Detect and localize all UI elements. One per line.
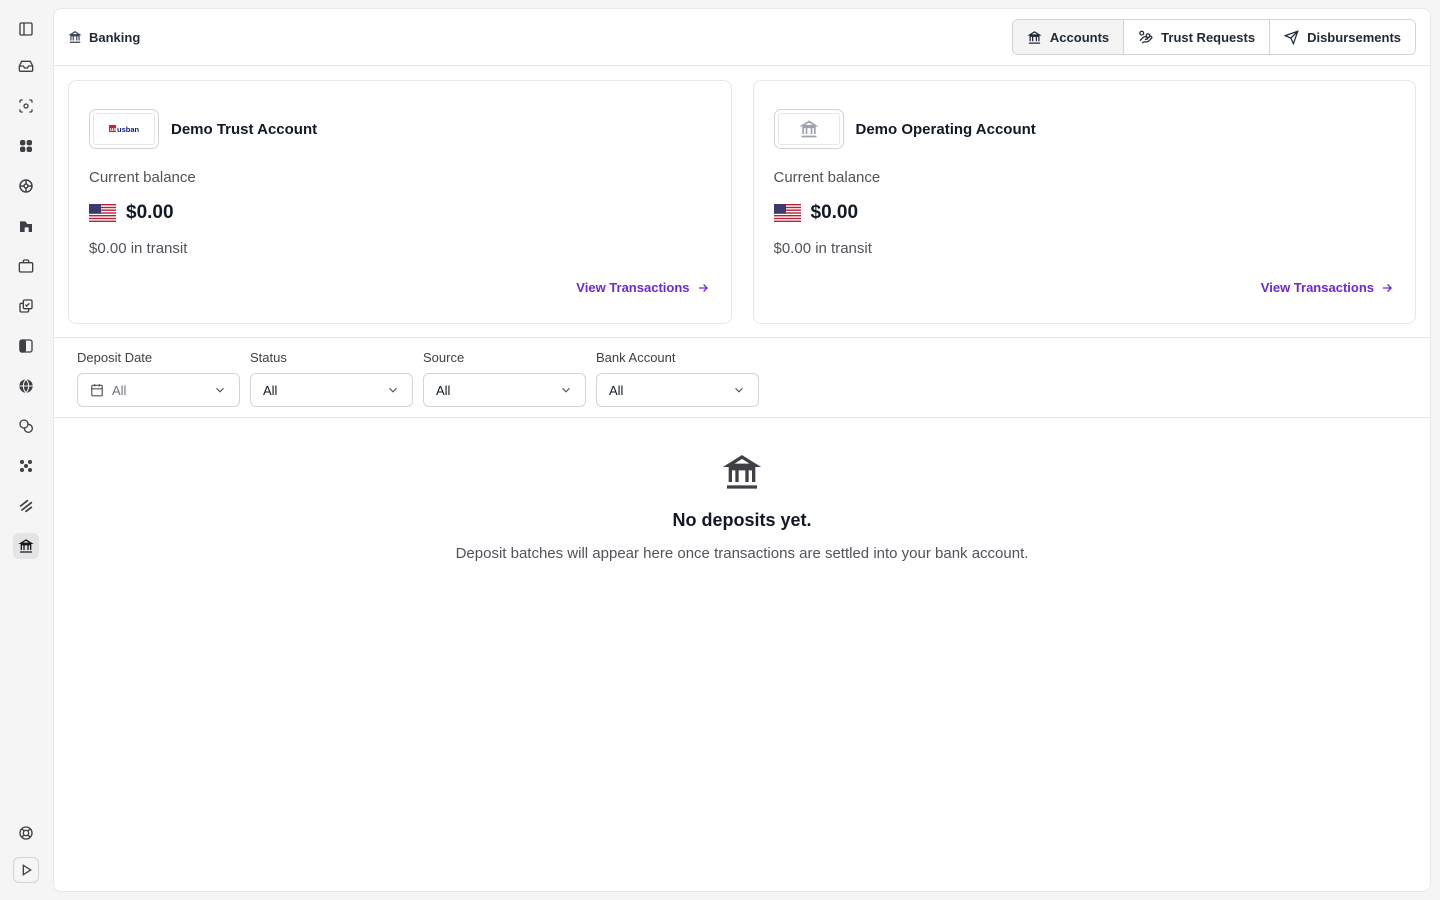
calendar-icon (91, 384, 103, 397)
chart-icon[interactable] (13, 213, 39, 239)
tab-label: Accounts (1049, 29, 1110, 45)
account-name: Demo Operating Account (855, 120, 1036, 138)
balance-amount: $0.00 (126, 202, 174, 223)
select-value: All (112, 382, 127, 398)
stripes-icon[interactable] (13, 493, 39, 519)
balance-label: Current balance (89, 169, 196, 186)
tab-disbursements[interactable]: Disbursements (1270, 20, 1415, 54)
tab-trust-requests[interactable]: Trust Requests (1124, 20, 1271, 54)
balance-amount: $0.00 (810, 202, 859, 223)
page-header: Banking Accounts Trust Requests Disburse… (54, 9, 1430, 66)
scan-icon[interactable] (13, 93, 39, 119)
app-rail (0, 0, 52, 900)
bank-account-select[interactable]: All (596, 373, 759, 407)
banking-tabs: Accounts Trust Requests Disbursements (1011, 19, 1416, 55)
arrow-right-icon (698, 283, 708, 292)
select-value: All (436, 382, 451, 398)
tasks-icon[interactable] (13, 293, 39, 319)
breadcrumb: Banking (68, 30, 140, 45)
inbox-icon[interactable] (13, 53, 39, 79)
globe-icon[interactable] (13, 373, 39, 399)
filter-label: Status (250, 350, 287, 365)
us-bank-logo: us usbank (89, 109, 159, 149)
bank-icon (773, 109, 844, 149)
help-icon[interactable] (13, 820, 39, 846)
hand-coins-icon (1139, 30, 1153, 44)
in-transit-amount: $0.00 in transit (89, 240, 188, 257)
filter-label: Source (423, 350, 465, 365)
deposit-filters: Deposit Date All Status All Source All B… (54, 338, 1430, 418)
chevron-down-icon (389, 387, 397, 393)
filter-status: Status All (250, 350, 413, 417)
filter-deposit-date: Deposit Date All (77, 350, 240, 417)
link-label: View Transactions (1260, 280, 1374, 295)
filter-label: Deposit Date (77, 350, 153, 365)
select-value: All (609, 382, 624, 398)
account-card: us usbank Demo Trust Account Current bal… (68, 80, 732, 324)
deposit-date-select[interactable]: All (77, 373, 240, 407)
tab-accounts[interactable]: Accounts (1012, 20, 1125, 54)
bank-icon (68, 31, 82, 43)
in-transit-amount: $0.00 in transit (773, 240, 872, 257)
bank-icon (1027, 30, 1042, 44)
bank-icon (722, 455, 762, 489)
empty-title: No deposits yet. (672, 510, 812, 530)
svg-text:us: us (110, 127, 116, 133)
account-name: Demo Trust Account (171, 120, 318, 138)
account-cards: us usbank Demo Trust Account Current bal… (54, 66, 1430, 338)
us-flag-icon (773, 204, 801, 222)
filter-label: Bank Account (596, 350, 676, 365)
chevron-down-icon (562, 387, 570, 393)
sidebar-toggle-icon[interactable] (13, 16, 39, 42)
filter-source: Source All (423, 350, 586, 417)
account-card: Demo Operating Account Current balance $… (752, 80, 1416, 324)
filter-bank-account: Bank Account All (596, 350, 759, 417)
view-transactions-link[interactable]: View Transactions (576, 280, 709, 295)
us-flag-icon (89, 204, 116, 222)
bank-icon[interactable] (13, 533, 39, 559)
tab-label: Disbursements (1307, 29, 1401, 45)
link-label: View Transactions (576, 280, 690, 295)
main-panel: Banking Accounts Trust Requests Disburse… (53, 8, 1431, 892)
view-transactions-link[interactable]: View Transactions (1261, 280, 1394, 295)
empty-state: No deposits yet. Deposit batches will ap… (54, 418, 1430, 562)
status-select[interactable]: All (250, 373, 413, 407)
arrow-right-icon (1382, 283, 1392, 292)
play-icon[interactable] (13, 857, 39, 883)
chevron-down-icon (216, 387, 224, 393)
source-select[interactable]: All (423, 373, 586, 407)
empty-description: Deposit batches will appear here once tr… (455, 545, 1029, 562)
page-title: Banking (89, 29, 141, 45)
briefcase-icon[interactable] (13, 253, 39, 279)
network-icon[interactable] (13, 173, 39, 199)
balance-label: Current balance (773, 169, 881, 186)
chevron-down-icon (735, 387, 743, 393)
grid-blocks-icon[interactable] (13, 133, 39, 159)
tab-label: Trust Requests (1161, 29, 1256, 45)
send-icon (1284, 29, 1299, 45)
select-value: All (263, 382, 278, 398)
apps-icon[interactable] (13, 453, 39, 479)
coins-icon[interactable] (13, 413, 39, 439)
panel-icon[interactable] (13, 333, 39, 359)
svg-text:usbank: usbank (117, 125, 139, 134)
